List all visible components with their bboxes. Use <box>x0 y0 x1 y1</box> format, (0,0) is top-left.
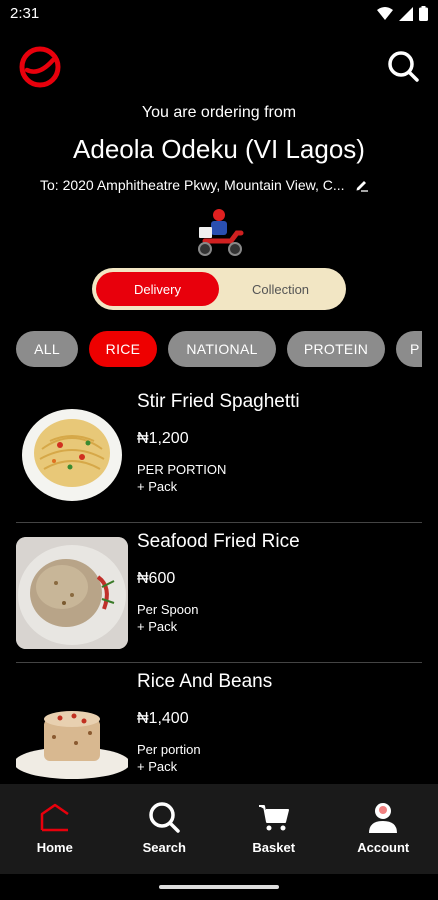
delivery-address: To: 2020 Amphitheatre Pkwy, Mountain Vie… <box>40 177 345 193</box>
nav-account[interactable]: Account <box>329 784 438 874</box>
delivery-scooter-icon <box>198 209 244 256</box>
item-name: Rice And Beans <box>137 671 273 692</box>
address-row[interactable]: To: 2020 Amphitheatre Pkwy, Mountain Vie… <box>40 177 410 193</box>
fried-rice-image <box>16 537 128 649</box>
restaurant-name: Adeola Odeku (VI Lagos) <box>73 134 365 164</box>
nav-search[interactable]: Search <box>110 784 220 874</box>
status-time: 2:31 <box>10 5 40 22</box>
rice-and-beans-image <box>16 677 128 789</box>
nav-home-label: Home <box>36 840 73 855</box>
item-price: ₦1,400 <box>137 710 189 727</box>
item-portion: PER PORTION <box>137 462 227 477</box>
spaghetti-image <box>16 397 128 509</box>
menu-list: Stir Fried Spaghetti ₦1,200 PER PORTION … <box>16 383 422 803</box>
cart-icon <box>258 805 289 831</box>
brand-logo-icon[interactable] <box>17 46 63 88</box>
delivery-option[interactable]: Delivery <box>96 272 219 306</box>
bottom-nav: Home Search Basket Account <box>0 784 438 874</box>
search-icon[interactable] <box>386 49 420 83</box>
edit-pencil-icon[interactable] <box>355 178 369 192</box>
item-name: Stir Fried Spaghetti <box>137 391 300 412</box>
nav-search-label: Search <box>142 840 186 855</box>
home-indicator[interactable] <box>159 885 279 889</box>
category-more[interactable]: P <box>396 331 422 367</box>
menu-item[interactable]: Rice And Beans ₦1,400 Per portion + Pack <box>16 663 422 803</box>
wifi-icon <box>377 6 393 20</box>
item-pack: + Pack <box>137 759 178 774</box>
item-price: ₦1,200 <box>137 430 189 447</box>
category-rice[interactable]: RICE <box>89 331 157 367</box>
nav-basket-label: Basket <box>252 840 296 855</box>
account-icon <box>369 803 398 833</box>
status-bar: 2:31 <box>0 0 438 30</box>
nav-basket[interactable]: Basket <box>219 784 329 874</box>
nav-account-label: Account <box>357 840 410 855</box>
category-national[interactable]: NATIONAL <box>168 331 276 367</box>
item-price: ₦600 <box>137 570 176 587</box>
nav-home[interactable]: Home <box>0 784 110 874</box>
item-pack: + Pack <box>137 479 178 494</box>
status-icons <box>377 6 428 21</box>
battery-icon <box>419 6 428 21</box>
category-protein[interactable]: PROTEIN <box>287 331 385 367</box>
item-portion: Per Spoon <box>137 602 199 617</box>
item-portion: Per portion <box>137 742 201 757</box>
delivery-mode-toggle: Delivery Collection <box>92 268 346 310</box>
category-filter-bar: ALL RICE NATIONAL PROTEIN P <box>16 331 422 369</box>
ordering-from-label: You are ordering from <box>141 104 297 121</box>
menu-item[interactable]: Stir Fried Spaghetti ₦1,200 PER PORTION … <box>16 383 422 523</box>
signal-icon <box>399 6 413 21</box>
item-name: Seafood Fried Rice <box>137 531 300 552</box>
item-pack: + Pack <box>137 619 178 634</box>
collection-option[interactable]: Collection <box>219 272 342 306</box>
category-all[interactable]: ALL <box>16 331 78 367</box>
menu-item[interactable]: Seafood Fried Rice ₦600 Per Spoon + Pack <box>16 523 422 663</box>
home-icon <box>40 803 69 832</box>
search-icon <box>149 802 180 833</box>
